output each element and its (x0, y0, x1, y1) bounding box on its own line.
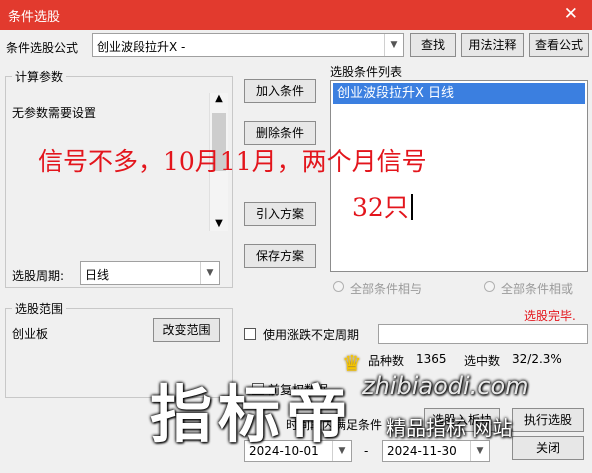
execute-button[interactable]: 执行选股 (512, 408, 584, 432)
import-plan-button[interactable]: 引入方案 (244, 202, 316, 226)
period-value: 日线 (85, 268, 110, 282)
status-text: 选股完毕. (524, 309, 576, 323)
watermark-small: 精品指标 网站 (386, 416, 513, 440)
logic-or-label: 全部条件相或 (501, 282, 574, 296)
undetermined-period-checkbox[interactable] (244, 328, 256, 340)
scope-value: 创业板 (12, 327, 49, 341)
add-condition-button[interactable]: 加入条件 (244, 79, 316, 103)
close-icon[interactable]: ✕ (564, 4, 578, 24)
annotation-line1: 信号不多，10月11月，两个月信号 (38, 147, 427, 176)
params-legend: 计算参数 (12, 68, 67, 85)
down-arrow-icon[interactable]: ▼ (212, 218, 226, 229)
annotation-line2-text: 32只 (352, 193, 409, 222)
end-date-value: 2024-11-30 (387, 444, 457, 458)
watermark-url: zhibiaodi.com (362, 372, 529, 400)
annotation-line2: 32只 (352, 188, 413, 224)
usage-button[interactable]: 用法注释 (461, 33, 524, 57)
change-scope-button[interactable]: 改变范围 (153, 318, 220, 342)
scope-legend: 选股范围 (12, 300, 67, 317)
logic-or-radio[interactable] (484, 281, 495, 292)
condition-item[interactable]: 创业波段拉升X 日线 (333, 83, 585, 104)
title-bar: 条件选股 ✕ (0, 0, 592, 30)
view-formula-button[interactable]: 查看公式 (529, 33, 589, 57)
selected-value: 32/2.3% (512, 352, 562, 366)
period-label: 选股周期: (12, 269, 65, 283)
watermark-big: 指标帝 (150, 378, 355, 451)
crown-icon: ♛ (342, 352, 362, 377)
chevron-down-icon[interactable]: ▼ (200, 262, 219, 284)
params-text: 无参数需要设置 (12, 106, 97, 120)
count-value: 1365 (416, 352, 447, 366)
up-arrow-icon[interactable]: ▲ (212, 93, 226, 104)
logic-and-label: 全部条件相与 (350, 282, 423, 296)
period-input[interactable] (378, 324, 588, 344)
period-select[interactable]: 日线 ▼ (80, 261, 220, 285)
formula-select[interactable]: 创业波段拉升X - ▼ (92, 33, 404, 57)
window-title: 条件选股 (8, 10, 61, 25)
end-date-picker[interactable]: 2024-11-30 ▼ (382, 440, 490, 462)
chevron-down-icon[interactable]: ▼ (384, 34, 403, 56)
selected-label: 选中数 (464, 354, 501, 368)
save-plan-button[interactable]: 保存方案 (244, 244, 316, 268)
undetermined-period-label: 使用涨跌不定周期 (263, 328, 360, 342)
find-button[interactable]: 查找 (410, 33, 456, 57)
logic-and-radio[interactable] (333, 281, 344, 292)
close-button[interactable]: 关闭 (512, 436, 584, 460)
formula-label: 条件选股公式 (6, 41, 79, 55)
count-label: 品种数 (368, 354, 405, 368)
range-separator: - (364, 444, 369, 458)
formula-value: 创业波段拉升X - (97, 40, 186, 54)
chevron-down-icon[interactable]: ▼ (470, 441, 489, 461)
conditions-legend: 选股条件列表 (330, 65, 403, 79)
text-cursor (410, 194, 413, 220)
